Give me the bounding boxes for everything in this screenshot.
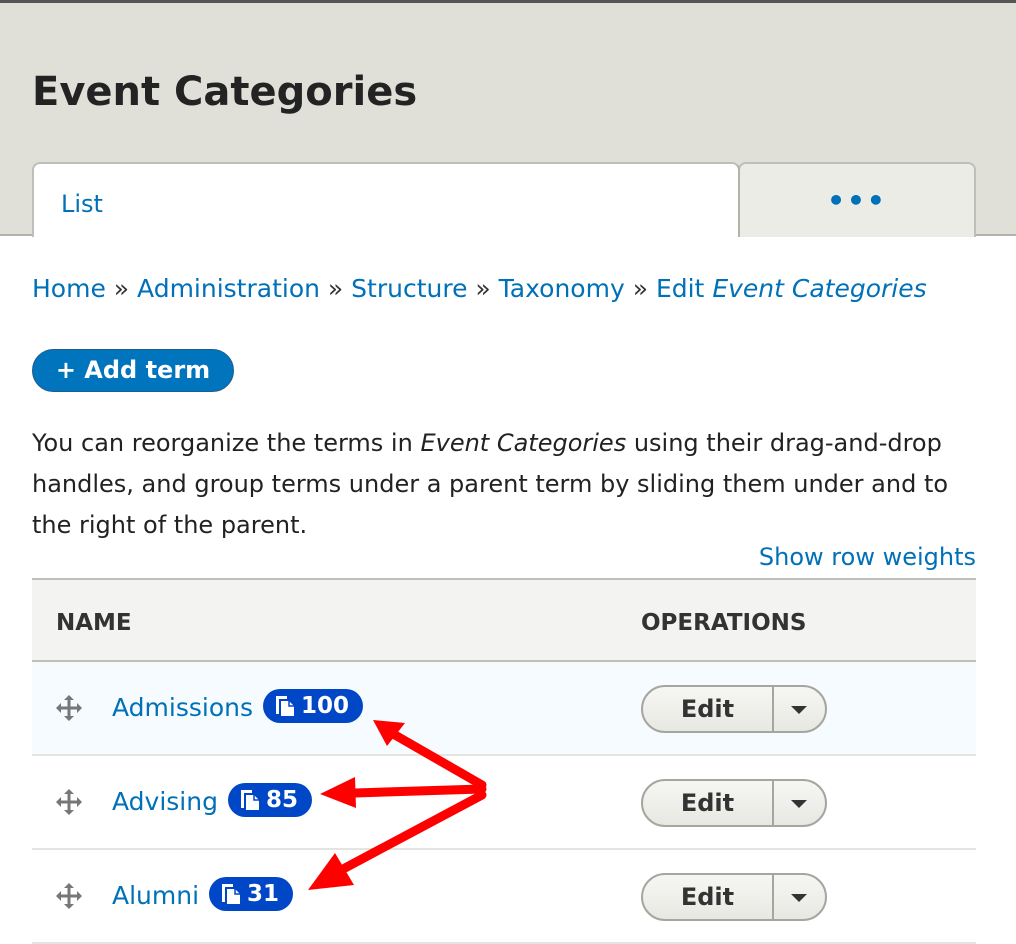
drag-handle-icon[interactable] bbox=[56, 789, 82, 815]
term-link[interactable]: Alumni bbox=[112, 881, 199, 910]
node-count-badge: 100 bbox=[263, 689, 364, 723]
breadcrumb-structure[interactable]: Structure bbox=[351, 274, 467, 303]
terms-table: NAME OPERATIONS Admissions 100 Edit Advis… bbox=[32, 578, 976, 944]
page-title: Event Categories bbox=[32, 69, 418, 115]
node-count: 100 bbox=[301, 693, 350, 719]
edit-button[interactable]: Edit bbox=[643, 875, 774, 919]
breadcrumb-separator: » bbox=[632, 274, 648, 303]
show-row-weights-link[interactable]: Show row weights bbox=[759, 543, 976, 571]
drag-handle-icon[interactable] bbox=[56, 883, 82, 909]
breadcrumb-edit[interactable]: Edit Event Categories bbox=[656, 274, 927, 303]
breadcrumb-edit-prefix: Edit bbox=[655, 274, 705, 303]
breadcrumb: Home » Administration » Structure » Taxo… bbox=[32, 274, 927, 303]
operations-dropbutton: Edit bbox=[641, 779, 827, 827]
more-tabs-button[interactable]: ••• bbox=[738, 162, 976, 237]
breadcrumb-edit-vocab: Event Categories bbox=[712, 274, 927, 303]
breadcrumb-home[interactable]: Home bbox=[32, 274, 106, 303]
breadcrumb-separator: » bbox=[327, 274, 344, 303]
add-term-button[interactable]: + Add term bbox=[32, 349, 234, 392]
node-count-badge: 85 bbox=[227, 783, 312, 817]
term-name-cell: Alumni 31 bbox=[112, 877, 294, 914]
help-text-vocab: Event Categories bbox=[420, 429, 627, 457]
table-row: Admissions 100 Edit bbox=[32, 662, 976, 756]
node-count: 85 bbox=[265, 787, 298, 813]
column-header-operations: OPERATIONS bbox=[641, 610, 807, 636]
help-text-part: You can reorganize the terms in bbox=[32, 429, 421, 457]
drag-handle-icon[interactable] bbox=[56, 695, 82, 721]
node-count-badge: 31 bbox=[209, 877, 294, 911]
table-row: Alumni 31 Edit bbox=[32, 850, 976, 944]
document-icon bbox=[240, 790, 259, 810]
dropdown-toggle-icon[interactable] bbox=[774, 781, 825, 825]
document-icon bbox=[276, 696, 294, 716]
term-link[interactable]: Advising bbox=[112, 787, 218, 816]
breadcrumb-separator: » bbox=[113, 274, 130, 303]
dropdown-toggle-icon[interactable] bbox=[774, 875, 825, 919]
edit-button[interactable]: Edit bbox=[643, 781, 774, 825]
node-count: 31 bbox=[247, 881, 280, 907]
operations-dropbutton: Edit bbox=[641, 685, 827, 733]
breadcrumb-separator: » bbox=[475, 274, 491, 303]
table-row: Advising 85 Edit bbox=[32, 756, 976, 850]
column-header-name: NAME bbox=[56, 610, 132, 636]
operations-dropbutton: Edit bbox=[641, 873, 827, 921]
document-icon bbox=[222, 884, 241, 904]
term-name-cell: Advising 85 bbox=[112, 783, 312, 820]
term-link[interactable]: Admissions bbox=[112, 693, 253, 722]
term-name-cell: Admissions 100 bbox=[112, 689, 364, 726]
more-icon: ••• bbox=[827, 184, 887, 217]
table-header: NAME OPERATIONS bbox=[32, 578, 976, 662]
edit-button[interactable]: Edit bbox=[643, 687, 774, 731]
dropdown-toggle-icon[interactable] bbox=[774, 687, 825, 731]
breadcrumb-taxonomy[interactable]: Taxonomy bbox=[499, 274, 625, 303]
tab-list[interactable]: List bbox=[32, 162, 740, 237]
help-text: You can reorganize the terms in Event Ca… bbox=[32, 423, 982, 546]
breadcrumb-administration[interactable]: Administration bbox=[137, 274, 320, 303]
